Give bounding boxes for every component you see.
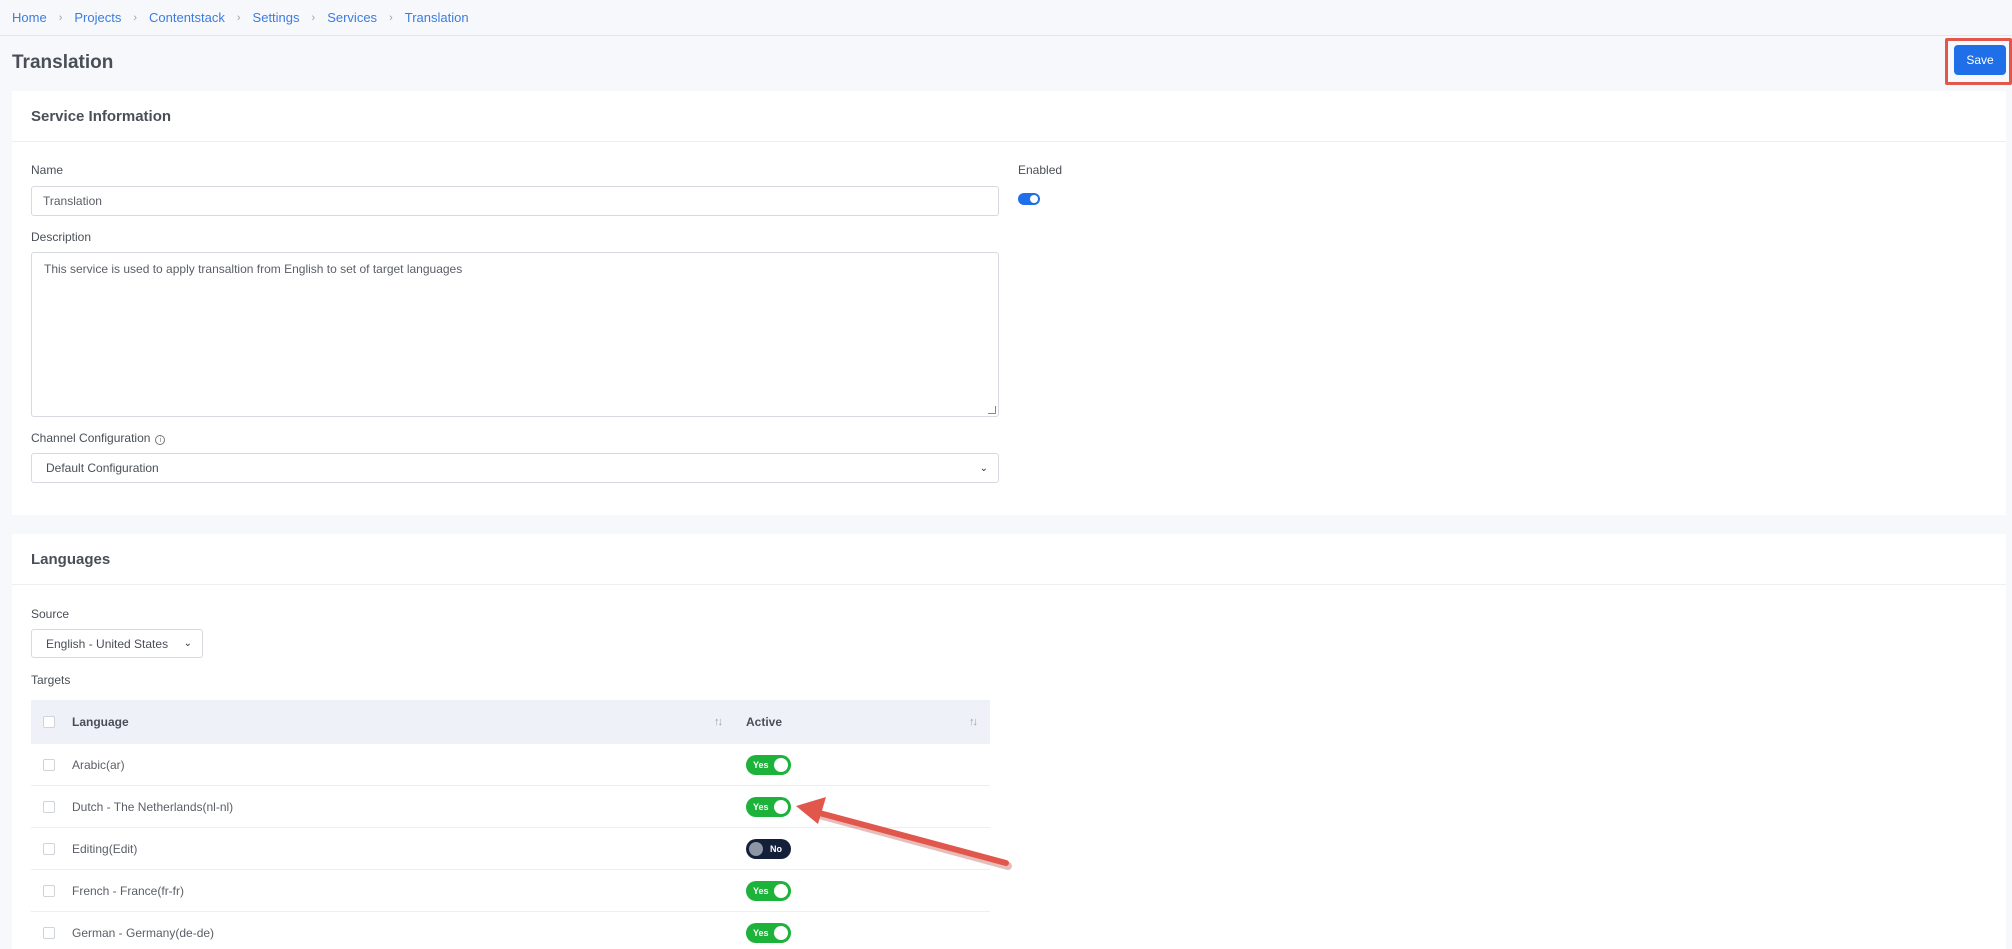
targets-label: Targets — [31, 673, 71, 687]
chevron-right-icon: › — [311, 11, 316, 24]
name-input[interactable]: Translation — [31, 186, 999, 216]
language-name: French - France(fr-fr) — [72, 883, 185, 898]
table-row: French - France(fr-fr) Yes — [31, 870, 990, 912]
active-toggle[interactable]: Yes — [746, 922, 791, 943]
breadcrumb-projects[interactable]: Projects — [74, 10, 121, 25]
save-button[interactable]: Save — [1954, 45, 2006, 75]
breadcrumb-translation[interactable]: Translation — [405, 10, 469, 25]
page-title: Translation — [12, 52, 114, 73]
description-text: This service is used to apply transaltio… — [44, 262, 463, 276]
row-checkbox[interactable] — [43, 926, 55, 939]
row-checkbox[interactable] — [43, 758, 55, 771]
chevron-right-icon: › — [133, 11, 137, 24]
name-label: Name — [31, 163, 64, 177]
row-checkbox[interactable] — [43, 842, 55, 855]
sort-icon[interactable]: ↑↓ — [969, 716, 978, 728]
column-header-active[interactable]: Active — [746, 715, 782, 729]
breadcrumb-settings[interactable]: Settings — [253, 10, 300, 25]
language-name: German - Germany(de-de) — [72, 925, 215, 940]
sort-icon[interactable]: ↑↓ — [714, 716, 723, 728]
table-row: Editing(Edit) No — [31, 828, 990, 870]
select-all-checkbox[interactable] — [43, 716, 55, 728]
breadcrumb-services[interactable]: Services — [327, 10, 377, 25]
active-toggle[interactable]: Yes — [746, 796, 791, 817]
breadcrumb-contentstack[interactable]: Contentstack — [149, 10, 225, 25]
language-name: Dutch - The Netherlands(nl-nl) — [72, 799, 234, 814]
resize-handle-icon[interactable] — [988, 406, 996, 414]
chevron-right-icon: › — [236, 11, 241, 24]
channel-configuration-label: Channel Configuration i — [31, 431, 166, 445]
targets-table: Language ↑↓ Active ↑↓ Arabic(ar) Yes Dut… — [31, 700, 990, 949]
row-checkbox[interactable] — [43, 884, 55, 897]
languages-heading: Languages — [12, 534, 2006, 585]
active-toggle[interactable]: Yes — [746, 754, 791, 775]
channel-configuration-value: Default Configuration — [46, 461, 159, 475]
active-toggle[interactable]: No — [746, 838, 791, 859]
table-row: German - Germany(de-de) Yes — [31, 912, 990, 949]
enabled-label: Enabled — [1018, 163, 1063, 177]
channel-configuration-select[interactable]: Default Configuration ⌄ — [31, 453, 999, 483]
row-checkbox[interactable] — [43, 800, 55, 813]
language-name: Editing(Edit) — [72, 841, 138, 856]
source-label: Source — [31, 607, 70, 621]
language-name: Arabic(ar) — [72, 757, 125, 772]
table-row: Dutch - The Netherlands(nl-nl) Yes — [31, 786, 990, 828]
table-row: Arabic(ar) Yes — [31, 744, 990, 786]
description-label: Description — [31, 230, 92, 244]
column-header-language[interactable]: Language — [72, 715, 129, 729]
chevron-right-icon: › — [58, 11, 63, 24]
service-information-heading: Service Information — [12, 91, 2006, 142]
table-header: Language ↑↓ Active ↑↓ — [31, 700, 990, 744]
chevron-right-icon: › — [389, 11, 393, 24]
source-value: English - United States — [46, 636, 169, 651]
chevron-down-icon: ⌄ — [979, 462, 988, 474]
enabled-toggle[interactable] — [1018, 193, 1040, 205]
chevron-down-icon: ⌄ — [183, 638, 192, 649]
breadcrumb: Home › Projects › Contentstack › Setting… — [0, 0, 2012, 36]
description-textarea[interactable]: This service is used to apply transaltio… — [31, 252, 999, 417]
source-select[interactable]: English - United States ⌄ — [31, 629, 203, 658]
active-toggle[interactable]: Yes — [746, 880, 791, 901]
breadcrumb-home[interactable]: Home — [12, 10, 47, 25]
info-icon[interactable]: i — [155, 435, 166, 445]
service-information-card: Service Information Name Translation Ena… — [12, 91, 2006, 515]
